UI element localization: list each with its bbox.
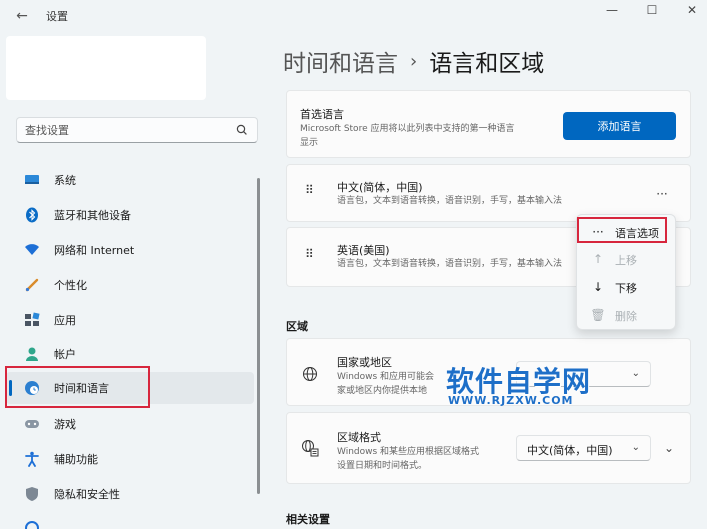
more-options-button[interactable]: ···: [651, 186, 673, 202]
sidebar-item-label: 隐私和安全性: [54, 488, 120, 501]
active-indicator: [9, 380, 12, 396]
regional-format-desc-1: Windows 和某些应用根据区域格式: [337, 447, 480, 457]
country-region-desc-1: Windows 和应用可能会: [337, 372, 435, 382]
sidebar-scrollbar[interactable]: [257, 178, 260, 494]
chevron-down-icon: ⌄: [631, 368, 640, 379]
watermark-url: WWW.RJZXW.COM: [448, 394, 574, 407]
sidebar-item-label: 帐户: [54, 348, 76, 361]
settings-window: ← 设置 — ☐ ✕ 系统 蓝牙和其他设备 网络和 Internet: [0, 0, 707, 529]
breadcrumb-separator: ›: [410, 50, 418, 72]
preferred-languages-title: 首选语言: [300, 108, 344, 121]
sidebar-item-label: 游戏: [54, 418, 76, 431]
country-region-title: 国家或地区: [337, 356, 392, 369]
drag-handle-icon[interactable]: ⠿: [305, 184, 317, 202]
region-heading: 区域: [286, 320, 308, 333]
sidebar-item-network[interactable]: 网络和 Internet: [6, 234, 254, 266]
sidebar-item-accounts[interactable]: 帐户: [6, 338, 254, 370]
title-bar: ← 设置 — ☐ ✕: [0, 0, 707, 32]
search-icon: [236, 124, 247, 135]
arrow-up-icon: ↑: [592, 252, 604, 266]
app-title: 设置: [46, 10, 68, 23]
sidebar-item-label: 系统: [54, 174, 76, 187]
globe-icon: [301, 365, 319, 383]
menu-item-language-options[interactable]: ··· 语言选项: [583, 220, 671, 244]
language-desc: 语言包，文本到语音转换，语音识别，手写，基本输入法: [337, 196, 563, 206]
regional-format-title: 区域格式: [337, 431, 381, 444]
sidebar-item-accessibility[interactable]: 辅助功能: [6, 443, 254, 475]
sidebar-item-label: 个性化: [54, 279, 87, 292]
chevron-down-icon: ⌄: [631, 442, 640, 453]
globe-clock-icon: [24, 380, 40, 396]
language-context-menu: ··· 语言选项 ↑ 上移 ↓ 下移 🗑 删除: [576, 214, 676, 330]
sidebar-item-label: 辅助功能: [54, 453, 98, 466]
trash-icon: 🗑: [590, 308, 606, 322]
language-name: 英语(美国): [337, 244, 390, 257]
close-button[interactable]: ✕: [674, 0, 707, 20]
regional-format-desc-2: 设置日期和时间格式。: [337, 461, 428, 471]
sidebar-item-label: 应用: [54, 314, 76, 327]
search-input[interactable]: [25, 122, 235, 138]
sidebar-item-label: 网络和 Internet: [54, 244, 135, 257]
drag-handle-icon[interactable]: ⠿: [305, 248, 317, 266]
sidebar-item-personalization[interactable]: 个性化: [6, 269, 254, 301]
menu-item-label: 语言选项: [615, 227, 659, 240]
sidebar-item-label: 时间和语言: [54, 382, 109, 395]
country-region-desc-2: 家或地区内你提供本地: [337, 386, 428, 396]
sidebar-item-time-language[interactable]: 时间和语言: [6, 372, 254, 404]
regional-format-value: 中文(简体，中国): [527, 444, 613, 457]
brush-icon: [24, 277, 40, 293]
language-desc: 语言包，文本到语音转换，语音识别，手写，基本输入法: [337, 259, 563, 269]
expand-chevron-icon[interactable]: ⌄: [664, 441, 674, 455]
sidebar-item-bluetooth[interactable]: 蓝牙和其他设备: [6, 199, 254, 231]
sidebar-item-privacy[interactable]: 隐私和安全性: [6, 478, 254, 510]
gamepad-icon: [24, 416, 40, 432]
accessibility-icon: [24, 451, 40, 467]
menu-item-label: 上移: [615, 254, 637, 267]
maximize-button[interactable]: ☐: [634, 0, 670, 20]
menu-item-move-down[interactable]: ↓ 下移: [583, 275, 671, 299]
breadcrumb-parent[interactable]: 时间和语言: [283, 44, 398, 78]
sidebar-item-label: 蓝牙和其他设备: [54, 209, 131, 222]
minimize-button[interactable]: —: [594, 0, 630, 20]
person-icon: [24, 346, 40, 362]
region-format-icon: [301, 439, 319, 457]
add-language-button[interactable]: 添加语言: [563, 112, 676, 140]
page-title: 语言和区域: [429, 51, 545, 77]
preferred-languages-desc-1: Microsoft Store 应用将以此列表中支持的第一种语言: [300, 124, 515, 134]
preferred-languages-desc-2: 显示: [300, 138, 319, 148]
sidebar-item-gaming[interactable]: 游戏: [6, 408, 254, 440]
breadcrumb: 时间和语言 › 语言和区域: [283, 44, 544, 78]
wifi-icon: [24, 242, 40, 258]
back-button[interactable]: ←: [12, 6, 32, 26]
arrow-down-icon: ↓: [592, 280, 604, 294]
shield-icon: [24, 486, 40, 502]
user-profile-card[interactable]: [6, 36, 206, 100]
search-box[interactable]: [16, 117, 258, 143]
related-settings-heading: 相关设置: [286, 513, 330, 526]
sidebar-item-partial[interactable]: [6, 512, 254, 529]
monitor-icon: [24, 172, 40, 188]
sidebar-item-system[interactable]: 系统: [6, 164, 254, 196]
menu-item-remove[interactable]: 🗑 删除: [583, 303, 671, 327]
more-icon: ···: [592, 225, 604, 239]
bluetooth-icon: [24, 207, 40, 223]
menu-item-label: 下移: [615, 282, 637, 295]
language-name: 中文(简体，中国): [337, 181, 423, 194]
menu-item-move-up[interactable]: ↑ 上移: [583, 247, 671, 271]
sidebar-item-apps[interactable]: 应用: [6, 304, 254, 336]
apps-icon: [24, 312, 40, 328]
menu-item-label: 删除: [615, 310, 637, 323]
update-icon: [24, 520, 40, 529]
regional-format-dropdown[interactable]: 中文(简体，中国) ⌄: [516, 435, 651, 461]
